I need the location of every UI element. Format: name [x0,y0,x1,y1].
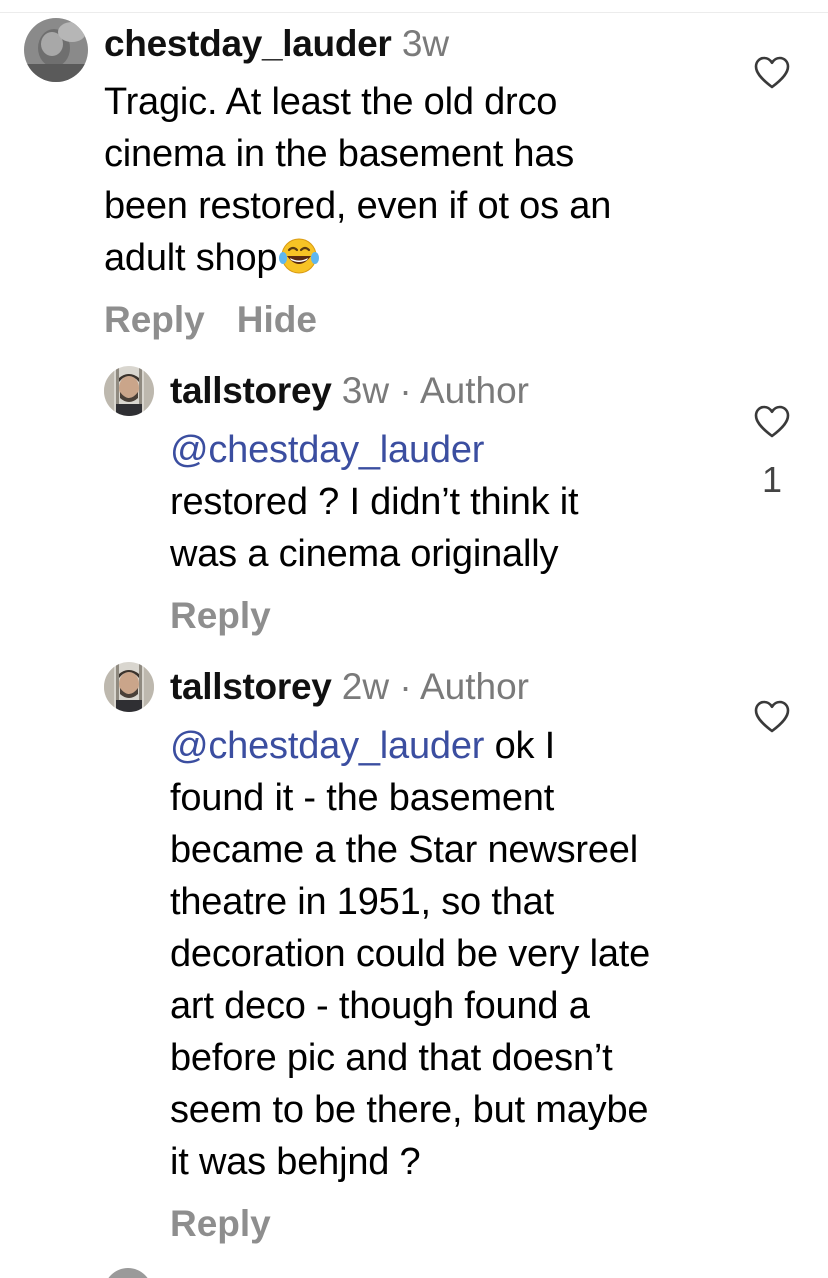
reply-button[interactable]: Reply [104,298,205,342]
username[interactable]: tallstorey [170,370,332,411]
heart-outline-icon[interactable] [754,56,790,90]
comment-line: it was behjnd ? [170,1141,421,1183]
avatar[interactable] [24,18,88,82]
comment-text: @chestday_lauder ok I found it - the bas… [170,720,650,1188]
timestamp: 3w [341,370,390,411]
heart-outline-icon[interactable] [754,405,790,439]
avatar[interactable] [104,366,154,416]
comment-line: theatre in 1951, so that [170,881,554,923]
comment-line: seem to be there, but maybe [170,1089,649,1131]
comment-text: @chestday_lauder restored ? I didn’t thi… [170,424,579,580]
username[interactable]: tallstorey [170,666,332,707]
comment-line: became a the Star newsreel [170,829,638,871]
timestamp: 2w [341,666,390,707]
comment-header: chestday_lauder 3w [104,22,449,66]
author-tag: · Author [389,370,529,411]
comment-actions: Reply Hide [104,298,349,342]
comment-line: cinema in the basement has [104,133,575,175]
comment-line-with-emoji: adult shop [104,232,611,284]
comment-line-with-mention: @chestday_lauder ok I [170,720,650,772]
comment-line: found it - the basement [170,777,555,819]
comment-line: was a cinema originally [170,533,559,575]
comment-line: restored ? I didn’t think it [170,481,579,523]
username[interactable]: chestday_lauder [104,23,392,64]
reply-button[interactable]: Reply [170,1202,271,1246]
heart-outline-icon[interactable] [754,700,790,734]
comment-line: before pic and that doesn’t [170,1037,613,1079]
comment-line: decoration could be very late [170,933,651,975]
comment-actions: Reply [170,1202,303,1246]
reply-button[interactable]: Reply [170,594,271,638]
comment-text: Tragic. At least the old drco cinema in … [104,76,611,284]
comment-line: been restored, even if ot os an [104,185,612,227]
comment-line: art deco - though found a [170,985,590,1027]
like-count: 1 [761,459,783,500]
next-comment-avatar[interactable] [104,1268,152,1278]
hide-button[interactable]: Hide [237,298,317,342]
mention-link[interactable]: @chestday_lauder [170,725,484,767]
comment-actions: Reply [170,594,303,638]
comment-line: adult shop [104,237,278,279]
comment-header: tallstorey 2w · Author [170,665,529,709]
top-divider [0,12,828,13]
comment-line: ok I [484,725,556,767]
avatar[interactable] [104,662,154,712]
comment-line: Tragic. At least the old drco [104,81,558,123]
comment-header: tallstorey 3w · Author [170,369,529,413]
author-tag: · Author [389,666,529,707]
mention-link[interactable]: @chestday_lauder [170,424,578,476]
face-with-tears-of-joy-icon [277,236,321,276]
timestamp: 3w [401,23,450,64]
